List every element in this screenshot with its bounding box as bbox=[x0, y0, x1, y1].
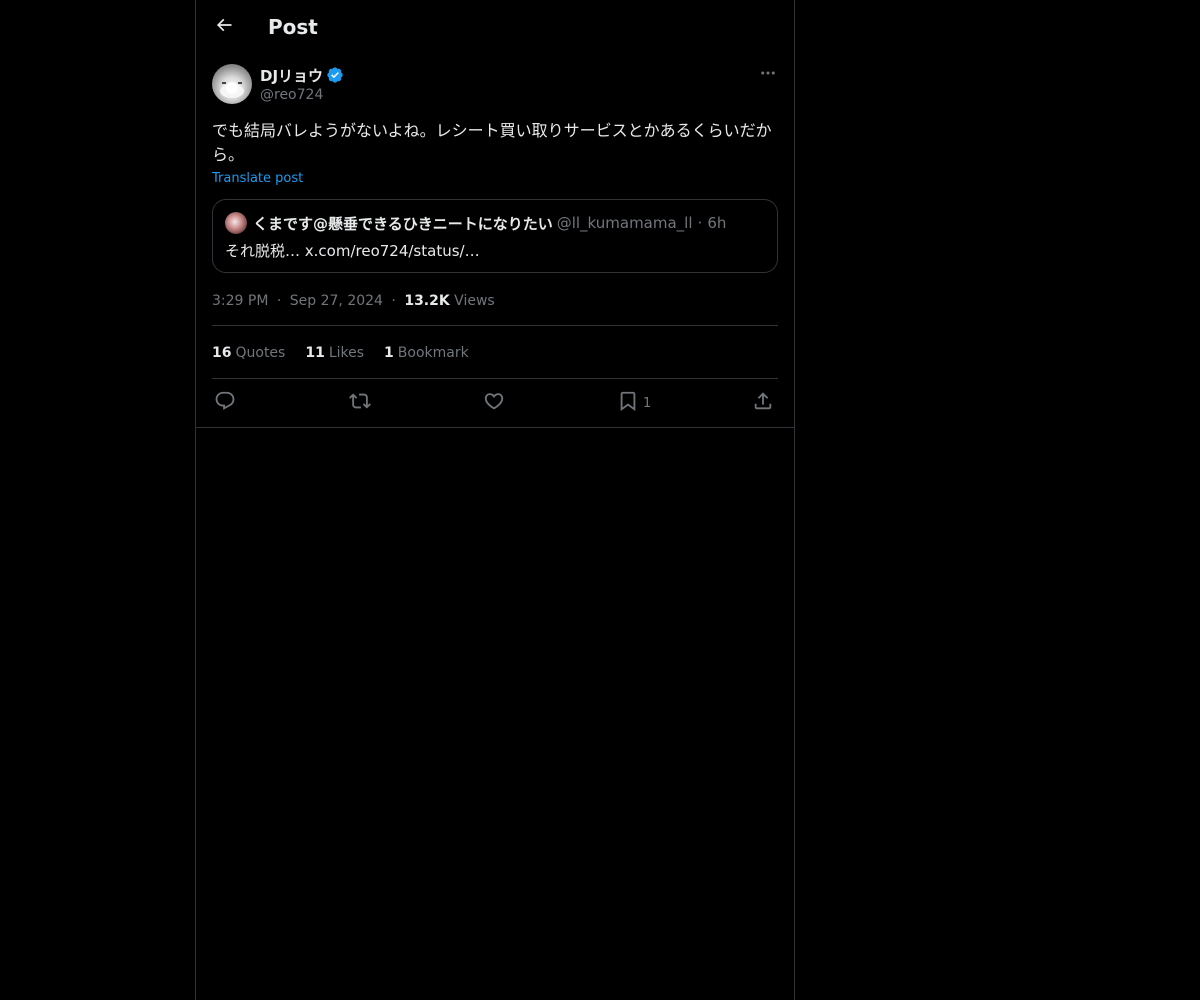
reply-icon bbox=[214, 390, 236, 416]
views-count: 13.2K bbox=[404, 293, 450, 309]
bookmarks-label: Bookmark bbox=[397, 345, 469, 361]
quotes-count: 16 bbox=[212, 345, 232, 361]
quoted-post[interactable]: くまです@懸垂できるひきニートになりたい @ll_kumamama_ll · 6… bbox=[212, 199, 778, 273]
likes-count: 11 bbox=[305, 345, 325, 361]
quoted-post-header: くまです@懸垂できるひきニートになりたい @ll_kumamama_ll · 6… bbox=[225, 212, 726, 234]
likes-stat[interactable]: 11 Likes bbox=[305, 343, 364, 363]
repost-button[interactable] bbox=[349, 390, 371, 416]
more-horizontal-icon bbox=[759, 64, 777, 86]
quoted-author-handle: @ll_kumamama_ll bbox=[556, 214, 693, 232]
author-display-name[interactable]: DJリョウ bbox=[260, 65, 323, 86]
quoted-post-time: 6h bbox=[707, 214, 727, 232]
meta-separator: · bbox=[276, 293, 282, 309]
translate-post-link[interactable]: Translate post bbox=[212, 171, 303, 186]
reply-button[interactable] bbox=[214, 390, 236, 416]
meta-separator: · bbox=[391, 293, 396, 309]
quoted-post-text: それ脱税… x.com/reo724/status/… bbox=[225, 242, 480, 260]
quoted-separator: · bbox=[697, 214, 703, 232]
top-bar: Post bbox=[196, 0, 794, 54]
quoted-author-name: くまです@懸垂できるひきニートになりたい bbox=[253, 214, 553, 233]
arrow-left-icon bbox=[214, 15, 234, 39]
quotes-label: Quotes bbox=[235, 345, 286, 361]
verified-badge-icon bbox=[326, 66, 344, 84]
likes-label: Likes bbox=[328, 345, 365, 361]
bookmarks-stat[interactable]: 1 Bookmark bbox=[384, 343, 469, 363]
views-label: Views bbox=[454, 293, 495, 309]
author-avatar[interactable] bbox=[212, 64, 252, 104]
back-button[interactable] bbox=[208, 11, 240, 43]
quotes-stat[interactable]: 16 Quotes bbox=[212, 343, 285, 363]
quoted-author-avatar bbox=[225, 212, 247, 234]
primary-column: Post DJリョウ @reo724 でも結局バレようがないよね。レシート買い取… bbox=[195, 0, 795, 1000]
divider bbox=[212, 325, 778, 326]
bookmark-button[interactable]: 1 bbox=[617, 390, 651, 416]
author-info: DJリョウ @reo724 bbox=[260, 64, 344, 104]
engagement-stats: 16 Quotes 11 Likes 1 Bookmark bbox=[212, 343, 489, 363]
more-options-button[interactable] bbox=[758, 64, 778, 86]
heart-icon bbox=[483, 390, 505, 416]
post-text: でも結局バレようがないよね。レシート買い取りサービスとかあるくらいだから。 bbox=[212, 121, 772, 164]
share-button[interactable] bbox=[752, 390, 774, 416]
post-time[interactable]: 3:29 PM bbox=[212, 293, 268, 309]
action-bar: 1 bbox=[212, 390, 778, 416]
divider bbox=[212, 378, 778, 379]
post-bottom-border bbox=[196, 427, 794, 428]
author-handle[interactable]: @reo724 bbox=[260, 86, 344, 104]
like-button[interactable] bbox=[483, 390, 505, 416]
post-meta: 3:29 PM · Sep 27, 2024 · 13.2K Views bbox=[212, 291, 495, 311]
bookmarks-count: 1 bbox=[384, 345, 394, 361]
repost-icon bbox=[349, 390, 371, 416]
bookmark-icon bbox=[617, 390, 639, 416]
bookmark-action-count: 1 bbox=[643, 395, 652, 411]
post-date[interactable]: Sep 27, 2024 bbox=[290, 293, 383, 309]
share-icon bbox=[752, 390, 774, 416]
page-title: Post bbox=[268, 15, 318, 39]
